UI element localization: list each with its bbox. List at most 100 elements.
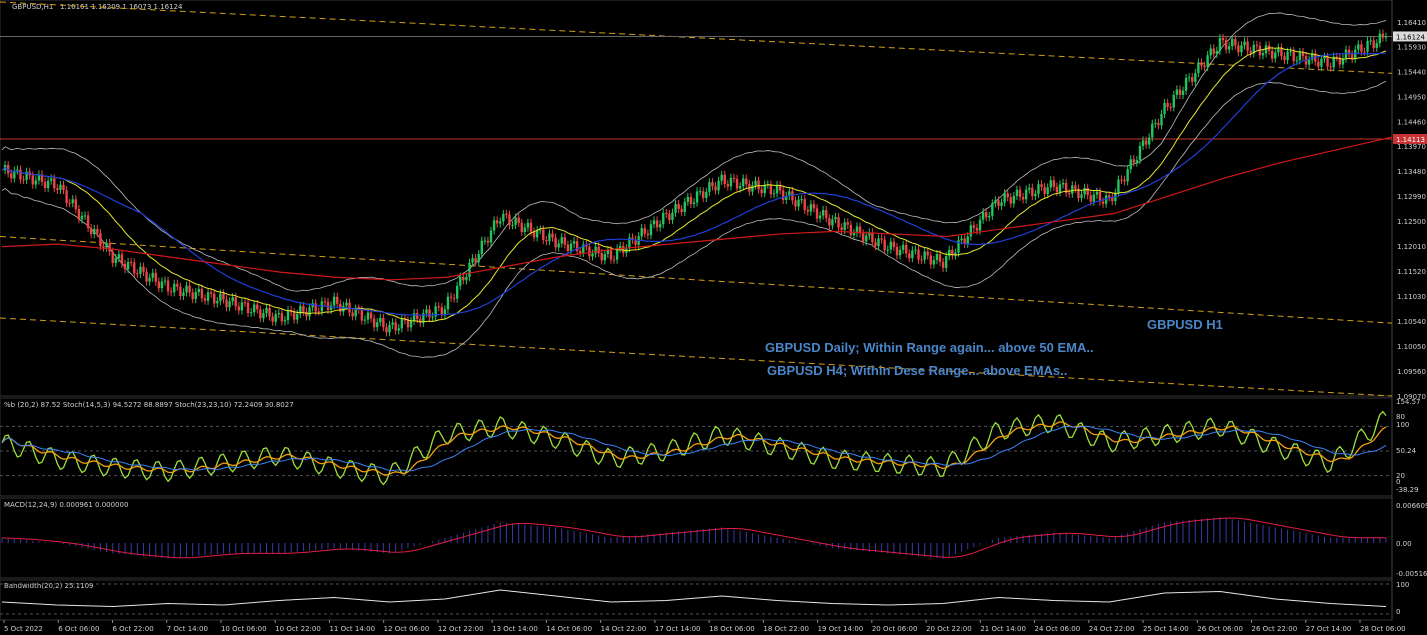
price-tick-label: 1.11030 xyxy=(1397,293,1426,301)
candle-body xyxy=(59,184,62,190)
candle-body xyxy=(120,254,124,264)
candle-body xyxy=(997,200,1000,206)
macd-tick-label: 0.00 xyxy=(1396,540,1412,548)
candle-body xyxy=(1224,40,1228,50)
candle-body xyxy=(499,221,502,224)
candle-body xyxy=(188,285,191,293)
candle-body xyxy=(511,224,514,226)
candle-body xyxy=(754,180,757,186)
candle-body xyxy=(191,292,194,300)
candle-body xyxy=(883,239,886,251)
candle-body xyxy=(345,302,348,306)
candle-body xyxy=(579,250,582,253)
candle-body xyxy=(452,297,456,299)
candle-body xyxy=(871,232,874,243)
stoch-header: %b (20,2) 87.52 Stoch(14,5,3) 94.5272 88… xyxy=(4,401,294,409)
candle-body xyxy=(1191,77,1194,82)
stoch-panel[interactable] xyxy=(0,397,1393,497)
candle-body xyxy=(837,217,840,228)
price-tick-label: 1.15930 xyxy=(1397,43,1426,51)
price-tick-label: 1.16410 xyxy=(1397,19,1426,27)
candle-body xyxy=(1249,50,1252,54)
candle-body xyxy=(1187,77,1191,79)
candle-body xyxy=(1129,159,1132,170)
candle-body xyxy=(554,237,557,248)
price-tick-label: 1.13480 xyxy=(1397,168,1426,176)
candle-body xyxy=(861,233,865,242)
candle-body xyxy=(1120,179,1123,181)
candle-body xyxy=(911,250,914,259)
candle-body xyxy=(797,199,800,207)
candle-body xyxy=(508,214,511,226)
candle-body xyxy=(1384,36,1388,38)
candle-body xyxy=(794,200,797,207)
time-tick-label: 21 Oct 14:00 xyxy=(980,625,1026,633)
candle-body xyxy=(686,196,690,202)
candle-body xyxy=(486,240,490,243)
candle-body xyxy=(111,251,114,263)
candle-body xyxy=(917,249,920,260)
time-tick-label: 5 Oct 2022 xyxy=(4,625,43,633)
candle-body xyxy=(416,313,419,320)
candle-body xyxy=(443,309,447,315)
candle-body xyxy=(1317,61,1320,67)
candle-body xyxy=(22,179,25,181)
candle-body xyxy=(1083,187,1086,195)
time-tick-label: 12 Oct 06:00 xyxy=(384,625,430,633)
candle-body xyxy=(1012,195,1016,204)
candle-body xyxy=(105,243,108,248)
candle-body xyxy=(385,327,388,333)
candle-body xyxy=(169,291,173,293)
candle-body xyxy=(495,220,499,224)
time-tick-label: 19 Oct 14:00 xyxy=(818,625,864,633)
trading-chart[interactable]: GBPUSD,H1 1.16161 1.16209 1.16073 1.1612… xyxy=(0,0,1427,635)
candle-body xyxy=(160,281,164,289)
candle-body xyxy=(1200,62,1203,66)
candle-body xyxy=(216,301,219,304)
candle-body xyxy=(68,202,71,204)
candle-body xyxy=(658,224,662,228)
candle-body xyxy=(332,296,336,306)
candle-body xyxy=(46,180,50,189)
candle-body xyxy=(440,307,444,315)
candle-body xyxy=(932,260,936,265)
candle-body xyxy=(1366,41,1369,52)
time-tick-label: 14 Oct 22:00 xyxy=(601,625,647,633)
candle-body xyxy=(449,296,453,298)
candle-body xyxy=(406,320,410,328)
time-tick-label: 11 Oct 14:00 xyxy=(329,625,375,633)
macd-header: MACD(12,24,9) 0.000961 0.000000 xyxy=(4,501,128,509)
time-tick-label: 14 Oct 06:00 xyxy=(546,625,592,633)
candle-body xyxy=(988,215,991,218)
candle-body xyxy=(535,230,539,238)
candle-body xyxy=(1031,187,1034,197)
candle-body xyxy=(674,204,677,213)
candle-body xyxy=(292,312,296,320)
candle-body xyxy=(1006,193,1009,198)
candle-body xyxy=(209,292,213,294)
candle-body xyxy=(1089,195,1092,202)
candle-body xyxy=(812,204,816,209)
candle-body xyxy=(71,199,74,204)
candle-body xyxy=(1221,37,1225,41)
price-tick-label: 1.10050 xyxy=(1397,343,1426,351)
candle-body xyxy=(526,222,530,228)
candle-body xyxy=(729,177,733,187)
candle-body xyxy=(1335,56,1338,58)
candle-body xyxy=(329,305,333,310)
candle-body xyxy=(425,309,428,314)
candle-body xyxy=(437,306,440,308)
candle-body xyxy=(369,312,373,319)
candle-body xyxy=(1021,196,1025,200)
candle-body xyxy=(397,328,400,331)
candle-body xyxy=(136,273,139,275)
candle-body xyxy=(96,228,99,234)
candle-body xyxy=(695,191,699,203)
candle-body xyxy=(892,241,896,247)
candle-body xyxy=(323,301,327,303)
candle-body xyxy=(588,246,591,257)
candle-body xyxy=(388,324,391,333)
candle-body xyxy=(898,249,902,256)
candle-body xyxy=(901,244,905,250)
candle-body xyxy=(702,191,705,198)
